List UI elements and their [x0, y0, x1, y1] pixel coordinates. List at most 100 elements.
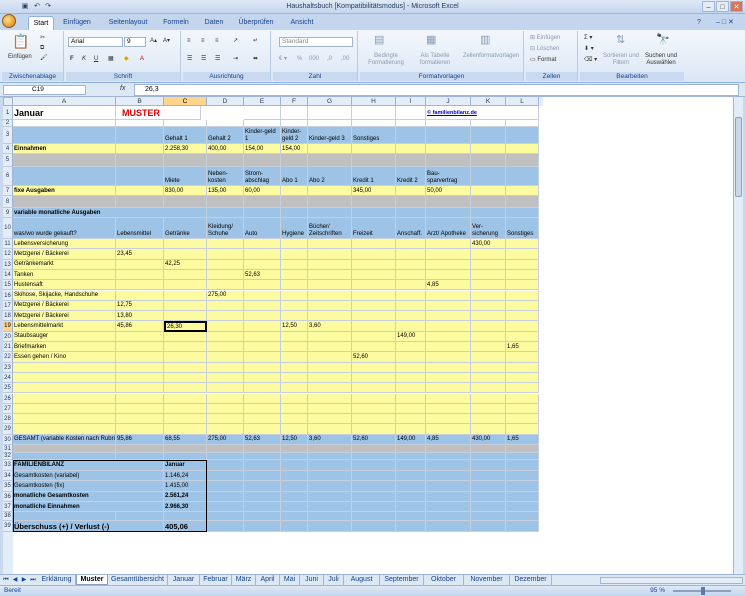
- cell-l[interactable]: [506, 280, 539, 291]
- cell-l[interactable]: [506, 403, 539, 415]
- cell-j[interactable]: 4,85: [426, 280, 471, 291]
- cell-g[interactable]: [308, 249, 352, 260]
- cell-k[interactable]: [471, 249, 506, 260]
- indent-icon[interactable]: ⇥: [233, 55, 238, 63]
- paste-button[interactable]: Einfügen: [8, 53, 32, 61]
- row-header-22[interactable]: 22: [3, 352, 13, 363]
- cell-i[interactable]: [396, 321, 426, 332]
- cell-b[interactable]: 95,86: [116, 434, 164, 445]
- cell-f[interactable]: [281, 342, 308, 353]
- row-header-19[interactable]: 19: [3, 321, 13, 332]
- cell-i[interactable]: 149,00: [396, 331, 426, 342]
- cell-i[interactable]: [396, 383, 426, 394]
- cell-g[interactable]: [308, 352, 352, 363]
- cell-f[interactable]: [281, 403, 308, 415]
- cell-f[interactable]: 12,50: [281, 434, 308, 445]
- cell-a[interactable]: [13, 196, 116, 208]
- cell-e[interactable]: [244, 196, 281, 208]
- cell-i[interactable]: [396, 120, 426, 127]
- cell-a[interactable]: [13, 414, 116, 425]
- sort-filter-button[interactable]: Sortieren und Filtern: [602, 53, 640, 67]
- cell-j[interactable]: 50,00: [426, 186, 471, 196]
- cell-l[interactable]: Sonstiges: [506, 218, 539, 239]
- cell-e[interactable]: [244, 393, 281, 404]
- minimize-button[interactable]: –: [702, 1, 715, 12]
- cell-a[interactable]: monatliche Gesamtkosten: [13, 491, 164, 502]
- cell-i[interactable]: [396, 106, 426, 120]
- cell-h[interactable]: [352, 259, 396, 270]
- cell-j[interactable]: [426, 512, 471, 522]
- cell-l[interactable]: [506, 120, 539, 127]
- cell-f[interactable]: [281, 186, 308, 196]
- cell-g[interactable]: [308, 383, 352, 394]
- cell-e[interactable]: [244, 424, 281, 435]
- tab-einfuegen[interactable]: Einfügen: [58, 16, 96, 30]
- column-header-h[interactable]: H: [352, 97, 396, 106]
- cell-i[interactable]: [396, 127, 426, 144]
- cell-l[interactable]: [506, 501, 539, 513]
- cell-c[interactable]: [164, 331, 207, 342]
- cell-c[interactable]: [164, 352, 207, 363]
- cell-i[interactable]: [396, 196, 426, 208]
- cell-i[interactable]: [396, 300, 426, 312]
- cell-a[interactable]: Metzgerei / Bäckerei: [13, 311, 116, 322]
- align-bottom-icon[interactable]: ≡: [215, 37, 219, 45]
- cell-h[interactable]: [352, 280, 396, 291]
- cell-b[interactable]: [116, 403, 164, 415]
- cell-d[interactable]: [207, 460, 244, 471]
- cell-g[interactable]: [308, 259, 352, 270]
- cell-e[interactable]: [244, 471, 281, 482]
- cell-j[interactable]: [426, 501, 471, 513]
- cell-a[interactable]: Metzgerei / Bäckerei: [13, 249, 116, 260]
- format-cells-button[interactable]: ▭ Format: [530, 56, 556, 64]
- cell-f[interactable]: [281, 362, 308, 373]
- cell-j[interactable]: [426, 154, 471, 167]
- cell-k[interactable]: [471, 372, 506, 384]
- cell-f[interactable]: [281, 453, 308, 460]
- cell-l[interactable]: [506, 186, 539, 196]
- sheet-tab-10[interactable]: August: [344, 575, 380, 585]
- cell-c[interactable]: [164, 383, 207, 394]
- cell-k[interactable]: [471, 453, 506, 460]
- cell-j[interactable]: [426, 453, 471, 460]
- cell-l[interactable]: [506, 453, 539, 460]
- cell-d[interactable]: Kleidung/ Schuhe: [207, 218, 244, 239]
- cell-c[interactable]: 405,06: [164, 521, 207, 533]
- cell-a[interactable]: Getränkemarkt: [13, 259, 116, 270]
- cell-c[interactable]: [164, 196, 207, 208]
- cell-d[interactable]: [207, 269, 244, 281]
- cell-h[interactable]: [352, 321, 396, 332]
- cell-k[interactable]: [471, 424, 506, 435]
- cell-b[interactable]: [116, 372, 164, 384]
- cell-d[interactable]: [207, 239, 244, 250]
- cell-b[interactable]: 23,45: [116, 249, 164, 260]
- bold-button[interactable]: F: [70, 55, 74, 63]
- cell-f[interactable]: [281, 106, 308, 120]
- cell-b[interactable]: [116, 186, 164, 196]
- row-header-8[interactable]: 8: [3, 196, 13, 208]
- cell-i[interactable]: [396, 186, 426, 196]
- row-header-5[interactable]: 5: [3, 154, 13, 167]
- cell-g[interactable]: [308, 521, 352, 533]
- cell-k[interactable]: [471, 352, 506, 363]
- select-all-corner[interactable]: [3, 97, 13, 106]
- cell-a[interactable]: [13, 393, 116, 404]
- sheet-tab-7[interactable]: Mai: [280, 575, 300, 585]
- cell-j[interactable]: [426, 311, 471, 322]
- cell-k[interactable]: 430,00: [471, 434, 506, 445]
- cell-h[interactable]: [352, 453, 396, 460]
- cell-e[interactable]: [244, 311, 281, 322]
- cell-e[interactable]: [244, 491, 281, 502]
- sheet-tab-2[interactable]: Gesamtübersicht: [108, 575, 168, 585]
- cell-i[interactable]: [396, 445, 426, 453]
- sheet-tab-5[interactable]: März: [232, 575, 256, 585]
- orientation-icon[interactable]: ↗: [233, 37, 238, 45]
- cell-c[interactable]: 26,30: [164, 321, 207, 332]
- cell-k[interactable]: [471, 445, 506, 453]
- cell-l[interactable]: [506, 481, 539, 492]
- cell-f[interactable]: [281, 521, 308, 533]
- cell-e[interactable]: [244, 106, 281, 120]
- cell-g[interactable]: [308, 445, 352, 453]
- cell-i[interactable]: [396, 393, 426, 404]
- cell-i[interactable]: [396, 311, 426, 322]
